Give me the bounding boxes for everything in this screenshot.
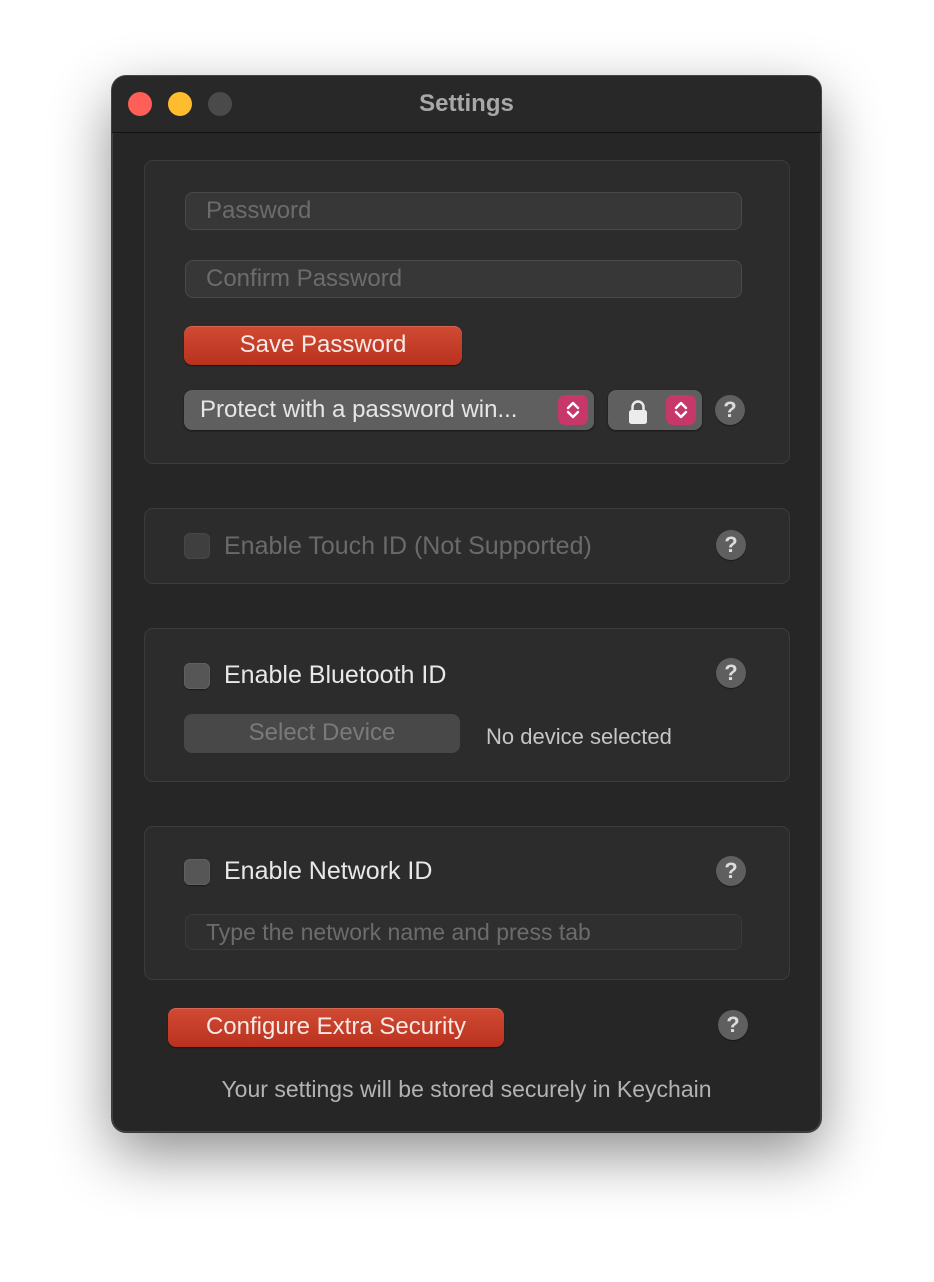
- extra-security-help-button[interactable]: ?: [718, 1010, 748, 1040]
- window-title: Settings: [419, 90, 514, 117]
- lock-icon: [628, 398, 648, 438]
- bluetooth-id-checkbox[interactable]: [184, 663, 210, 689]
- protect-mode-selected: Protect with a password win...: [200, 396, 518, 423]
- save-password-button[interactable]: Save Password: [184, 326, 462, 365]
- password-input[interactable]: [185, 192, 742, 230]
- network-id-checkbox[interactable]: [184, 859, 210, 885]
- network-id-help-button[interactable]: ?: [716, 856, 746, 886]
- bluetooth-id-label[interactable]: Enable Bluetooth ID: [224, 661, 446, 690]
- network-id-label[interactable]: Enable Network ID: [224, 857, 432, 886]
- confirm-password-input[interactable]: [185, 260, 742, 298]
- network-name-input[interactable]: [185, 914, 742, 950]
- select-device-button[interactable]: Select Device: [184, 714, 460, 753]
- configure-extra-security-button[interactable]: Configure Extra Security: [168, 1008, 504, 1047]
- touch-id-checkbox: [184, 533, 210, 559]
- password-help-button[interactable]: ?: [715, 395, 745, 425]
- popup-stepper-icon: [558, 395, 588, 425]
- password-section: Save Password Protect with a password wi…: [144, 160, 790, 464]
- bluetooth-id-section: Enable Bluetooth ID ? Select Device No d…: [144, 628, 790, 782]
- touch-id-help-button[interactable]: ?: [716, 530, 746, 560]
- bluetooth-id-help-button[interactable]: ?: [716, 658, 746, 688]
- device-status-text: No device selected: [486, 724, 672, 749]
- touch-id-section: Enable Touch ID (Not Supported) ?: [144, 508, 790, 584]
- protect-mode-popup[interactable]: Protect with a password win...: [184, 390, 594, 430]
- settings-window: Settings Save Password Protect with a pa…: [112, 76, 821, 1132]
- popup-stepper-icon: [666, 395, 696, 425]
- touch-id-label: Enable Touch ID (Not Supported): [224, 532, 592, 560]
- lock-popup[interactable]: [608, 390, 702, 430]
- network-id-section: Enable Network ID ?: [144, 826, 790, 980]
- title-bar[interactable]: Settings: [112, 76, 821, 133]
- keychain-note: Your settings will be stored securely in…: [221, 1076, 712, 1102]
